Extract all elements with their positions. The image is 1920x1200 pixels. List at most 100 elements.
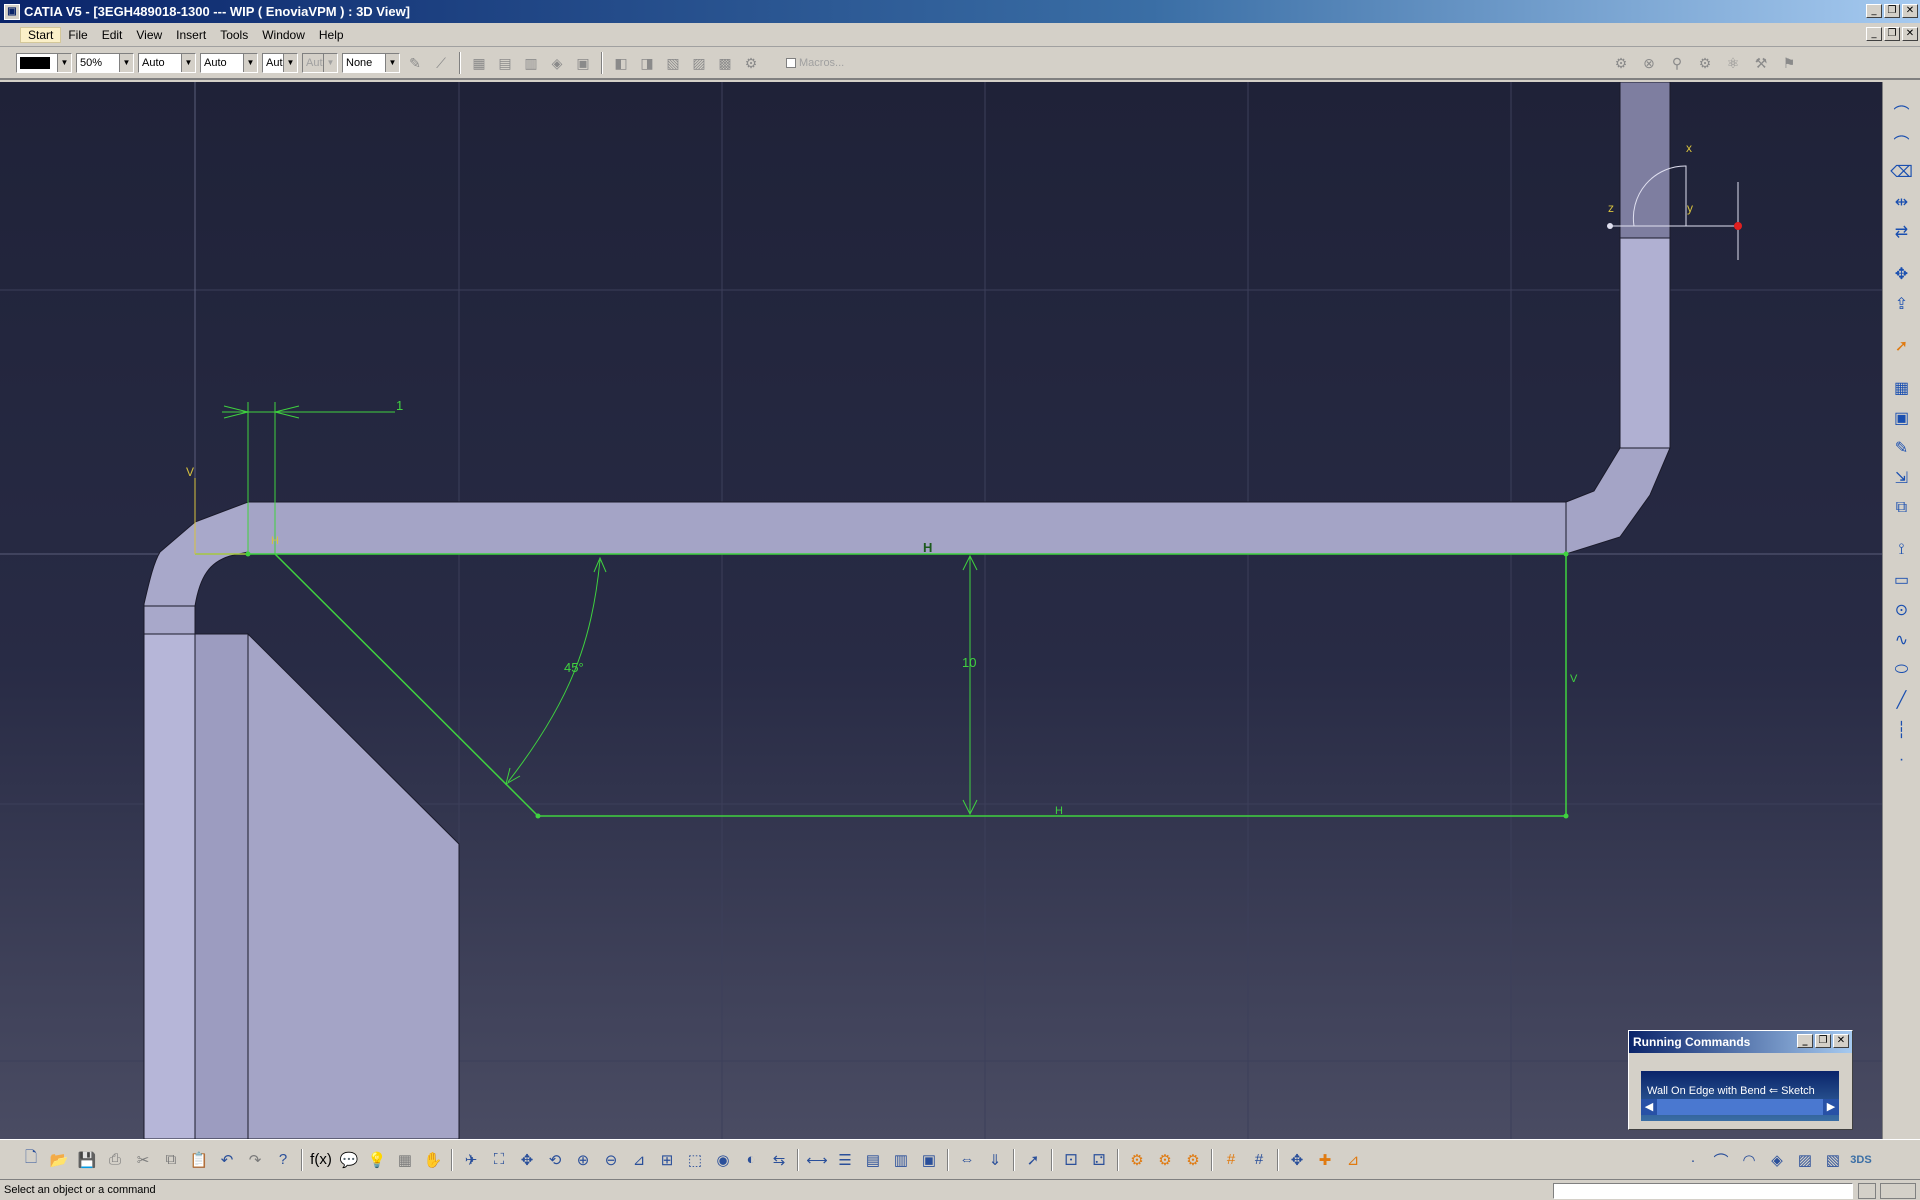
3d-viewport[interactable]: 1 45° 10 H H H V V x y z (0, 82, 1882, 1139)
stop-icon[interactable]: ⊗ (1638, 52, 1660, 74)
hand-icon[interactable]: ✋ (420, 1147, 446, 1173)
status-indicator[interactable] (1858, 1183, 1876, 1199)
sheet-params-icon[interactable]: ⚀ (1058, 1147, 1084, 1173)
vertical-constraint-left[interactable]: V (186, 465, 194, 479)
analysis3-icon[interactable]: ▧ (1820, 1147, 1846, 1173)
corner-icon[interactable]: ▧ (662, 52, 684, 74)
settings-icon[interactable]: ⚙ (1610, 52, 1632, 74)
panel-restore-button[interactable]: ❐ (1815, 1034, 1831, 1048)
compass-handle[interactable] (1734, 222, 1742, 230)
formula-icon[interactable]: f(x) (308, 1147, 334, 1173)
catia-app-icon[interactable]: ▣ (4, 3, 20, 20)
dimensional-constraints-icon[interactable]: ⊿ (1340, 1147, 1366, 1173)
transparency-combo[interactable]: 50% ▼ (76, 53, 134, 73)
load-icon[interactable]: ⇓ (982, 1147, 1008, 1173)
painter-icon[interactable]: ✎ (404, 52, 426, 74)
grid-icon[interactable]: ▦ (1890, 376, 1914, 400)
color-combo[interactable]: ▼ (16, 53, 72, 73)
right-bend[interactable] (1565, 447, 1671, 555)
arc-icon[interactable]: ⌒ (1890, 100, 1914, 124)
surface-icon[interactable]: ◠ (1736, 1147, 1762, 1173)
bend-icon[interactable]: ◈ (546, 52, 568, 74)
table-icon[interactable]: ▦ (392, 1147, 418, 1173)
ellipse-icon[interactable]: ⬭ (1890, 658, 1914, 682)
angle-arc[interactable] (507, 559, 601, 783)
point-type-combo[interactable]: Aut ▼ (262, 53, 298, 73)
top-wall[interactable] (247, 501, 1567, 555)
scroll-left-icon[interactable]: ◀ (1641, 1099, 1657, 1115)
window-icon[interactable]: ▣ (916, 1147, 942, 1173)
construction-icon[interactable]: ✥ (1284, 1147, 1310, 1173)
mirror-icon[interactable]: ⇹ (1890, 190, 1914, 214)
command-input[interactable] (1553, 1183, 1853, 1199)
pattern-icon[interactable]: ▩ (714, 52, 736, 74)
geometry-canvas[interactable]: 1 45° 10 H H H V V x y z (0, 82, 1882, 1139)
fly-mode-icon[interactable]: ✈ (458, 1147, 484, 1173)
sketch-profile[interactable] (194, 402, 1567, 817)
vertical-constraint-right[interactable]: V (1570, 673, 1578, 685)
recognize-icon[interactable]: ⚙ (1124, 1147, 1150, 1173)
axis-icon[interactable]: ┆ (1890, 718, 1914, 742)
horizontal-constraint-top[interactable]: H (923, 540, 932, 555)
search-icon[interactable]: ⚲ (1666, 52, 1688, 74)
menu-window[interactable]: Window (255, 28, 312, 42)
hole-icon[interactable]: ◨ (636, 52, 658, 74)
comment-icon[interactable]: 💬 (336, 1147, 362, 1173)
open-folder-icon[interactable]: 📂 (46, 1147, 72, 1173)
analysis2-icon[interactable]: ▨ (1792, 1147, 1818, 1173)
power-input-indicator[interactable] (1880, 1183, 1916, 1199)
check-icon[interactable]: ⚑ (1778, 52, 1800, 74)
cut-out-icon[interactable]: ◧ (610, 52, 632, 74)
whats-this-icon[interactable]: ? (270, 1147, 296, 1173)
geometric-constraints-icon[interactable]: ✚ (1312, 1147, 1338, 1173)
fold-icon[interactable]: ⚙ (1152, 1147, 1178, 1173)
grid-toggle-icon[interactable]: # (1218, 1147, 1244, 1173)
width-dimension-text[interactable]: 1 (396, 398, 403, 413)
rectangle-icon[interactable]: ▭ (1890, 568, 1914, 592)
minimize-button[interactable]: _ (1866, 4, 1882, 18)
panel-minimize-button[interactable]: _ (1797, 1034, 1813, 1048)
panel-close-button[interactable]: ✕ (1833, 1034, 1849, 1048)
unfold-orange-icon[interactable]: ⚙ (1180, 1147, 1206, 1173)
light-icon[interactable]: 💡 (364, 1147, 390, 1173)
wall-icon[interactable]: ▦ (468, 52, 490, 74)
document-icon[interactable]: ▥ (888, 1147, 914, 1173)
running-commands-panel[interactable]: Running Commands _ ❐ ✕ Wall On Edge with… (1628, 1030, 1853, 1130)
doc-restore-button[interactable]: ❐ (1884, 27, 1900, 41)
close-button[interactable]: ✕ (1902, 4, 1918, 18)
rule-icon[interactable]: ⚒ (1750, 52, 1772, 74)
measure-icon[interactable]: ⟷ (804, 1147, 830, 1173)
stamp-icon[interactable]: ▨ (688, 52, 710, 74)
zoom-in-icon[interactable]: ⊕ (570, 1147, 596, 1173)
constraint-icon[interactable]: ✥ (1890, 262, 1914, 286)
hem-icon[interactable]: ▥ (520, 52, 542, 74)
hide-show-icon[interactable]: ◐ (738, 1147, 764, 1173)
menu-view[interactable]: View (129, 28, 169, 42)
pan-icon[interactable]: ✥ (514, 1147, 540, 1173)
menu-insert[interactable]: Insert (169, 28, 213, 42)
line-type-combo[interactable]: Auto ▼ (200, 53, 258, 73)
restore-button[interactable]: ❐ (1884, 4, 1900, 18)
running-command-entry[interactable]: Wall On Edge with Bend ⇐ Sketch (1647, 1085, 1815, 1097)
curve-icon[interactable]: ⌒ (1890, 130, 1914, 154)
circle-icon[interactable]: ⊙ (1890, 598, 1914, 622)
doc-minimize-button[interactable]: _ (1866, 27, 1882, 41)
menu-edit[interactable]: Edit (95, 28, 130, 42)
project-icon[interactable]: ⇄ (1890, 220, 1914, 244)
exit-sketch-icon[interactable]: ⇪ (1890, 292, 1914, 316)
select-icon[interactable]: ➚ (1020, 1147, 1046, 1173)
shading-icon[interactable]: ◉ (710, 1147, 736, 1173)
horizontal-constraint-small[interactable]: H (271, 535, 279, 547)
sheet-metal-part[interactable] (143, 82, 1671, 1139)
cut-icon[interactable]: ✂ (130, 1147, 156, 1173)
analysis-icon[interactable]: ⚙ (1694, 52, 1716, 74)
select-arrow-icon[interactable]: ➚ (1890, 334, 1914, 358)
paste-icon[interactable]: 📋 (186, 1147, 212, 1173)
normal-view-icon[interactable]: ⊿ (626, 1147, 652, 1173)
spline-icon[interactable]: ∿ (1890, 628, 1914, 652)
new-file-icon[interactable]: 🗋 (18, 1147, 44, 1173)
layer-combo[interactable]: None ▼ (342, 53, 400, 73)
multi-view-icon[interactable]: ⊞ (654, 1147, 680, 1173)
running-commands-scrollbar[interactable]: ◀ ▶ (1641, 1099, 1839, 1115)
rotate-icon[interactable]: ⟲ (542, 1147, 568, 1173)
